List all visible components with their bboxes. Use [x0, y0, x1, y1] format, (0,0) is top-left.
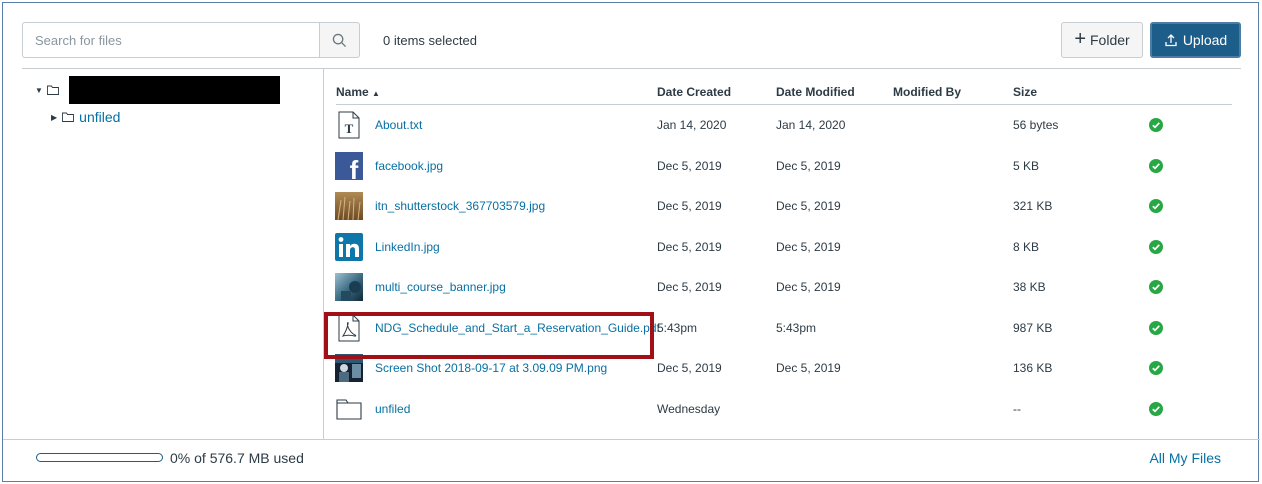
file-size: 5 KB [1013, 158, 1040, 173]
text-file-icon: T [338, 111, 360, 139]
date-created: Dec 5, 2019 [657, 239, 722, 254]
search-button[interactable] [319, 22, 360, 58]
plus-icon: + [1074, 28, 1086, 50]
date-modified: Dec 5, 2019 [776, 239, 841, 254]
footer-divider [3, 439, 1260, 440]
file-name-link[interactable]: About.txt [375, 118, 422, 132]
file-name-link[interactable]: Screen Shot 2018-09-17 at 3.09.09 PM.png [375, 361, 607, 375]
file-name-link[interactable]: multi_course_banner.jpg [375, 280, 506, 294]
file-size: 321 KB [1013, 199, 1053, 213]
date-created: Dec 5, 2019 [657, 361, 722, 375]
column-header-name[interactable]: Name ▲ [336, 85, 380, 99]
file-size: 56 bytes [1013, 118, 1059, 132]
table-row[interactable]: unfiled Wednesday -- [333, 389, 1233, 430]
file-name-link[interactable]: NDG_Schedule_and_Start_a_Reservation_Gui… [375, 321, 660, 335]
tree-item-label: unfiled [79, 109, 121, 125]
caret-right-icon[interactable]: ▶ [51, 113, 57, 122]
date-created: Wednesday [657, 401, 721, 416]
file-name-link[interactable]: LinkedIn.jpg [375, 240, 440, 254]
linkedin-thumbnail-icon [335, 232, 363, 261]
date-created: Dec 5, 2019 [657, 158, 722, 173]
date-modified: Dec 5, 2019 [776, 158, 841, 173]
column-name-label: Name [336, 85, 369, 99]
table-row[interactable]: Screen Shot 2018-09-17 at 3.09.09 PM.png… [333, 348, 1233, 389]
date-created: Jan 14, 2020 [657, 118, 727, 132]
file-name-link[interactable]: facebook.jpg [375, 159, 443, 173]
files-table-header: Name ▲ Date Created Date Modified Modifi… [336, 83, 1232, 105]
table-row[interactable]: LinkedIn.jpg Dec 5, 2019 Dec 5, 2019 8 K… [333, 227, 1233, 268]
file-size: 136 KB [1013, 361, 1053, 375]
published-check-icon[interactable] [1149, 401, 1163, 416]
published-check-icon[interactable] [1149, 158, 1163, 173]
table-row[interactable]: itn_shutterstock_367703579.jpg Dec 5, 20… [333, 186, 1233, 227]
selected-count: 0 items selected [383, 33, 477, 48]
date-modified: Dec 5, 2019 [776, 361, 841, 375]
file-size: 8 KB [1013, 239, 1040, 254]
files-window: 0 items selected + Folder Upload ▼ ▶ unf… [2, 2, 1260, 482]
published-check-icon[interactable] [1149, 199, 1163, 213]
all-my-files-link[interactable]: All My Files [1149, 450, 1221, 466]
published-check-icon[interactable] [1149, 361, 1163, 375]
upload-label: Upload [1182, 32, 1228, 48]
file-name-link[interactable]: itn_shutterstock_367703579.jpg [375, 199, 545, 213]
file-size: 38 KB [1013, 280, 1046, 294]
column-header-date-created[interactable]: Date Created [657, 85, 731, 99]
caret-down-icon[interactable]: ▼ [35, 86, 43, 95]
toolbar-divider [22, 68, 1241, 69]
date-modified: Dec 5, 2019 [776, 280, 841, 294]
add-folder-button[interactable]: + Folder [1061, 22, 1143, 58]
date-created: 5:43pm [657, 320, 698, 335]
pdf-file-icon [338, 314, 360, 341]
file-size: -- [1013, 401, 1021, 416]
svg-text:T: T [345, 121, 354, 136]
sort-ascending-icon: ▲ [372, 89, 380, 98]
published-check-icon[interactable] [1149, 118, 1163, 132]
file-size: 987 KB [1013, 320, 1053, 335]
folder-icon [62, 112, 75, 122]
search-icon [332, 33, 347, 47]
table-row[interactable]: multi_course_banner.jpg Dec 5, 2019 Dec … [333, 267, 1233, 308]
files-table-body: T About.txt Jan 14, 2020 Jan 14, 2020 56… [333, 105, 1233, 429]
table-row[interactable]: NDG_Schedule_and_Start_a_Reservation_Gui… [333, 308, 1233, 349]
image-thumbnail-icon [335, 192, 363, 220]
column-header-date-modified[interactable]: Date Modified [776, 85, 855, 99]
table-row[interactable]: f facebook.jpg Dec 5, 2019 Dec 5, 2019 5… [333, 146, 1233, 187]
redacted-course-name [68, 76, 280, 104]
upload-icon [1165, 34, 1177, 47]
published-check-icon[interactable] [1149, 280, 1163, 294]
date-modified: Jan 14, 2020 [776, 118, 846, 132]
folder-icon [336, 398, 362, 420]
folder-name-link[interactable]: unfiled [375, 402, 410, 416]
image-thumbnail-icon [335, 273, 363, 301]
tree-divider [323, 69, 324, 439]
published-check-icon[interactable] [1149, 239, 1163, 254]
published-check-icon[interactable] [1149, 320, 1163, 335]
column-header-size[interactable]: Size [1013, 85, 1037, 99]
column-header-modified-by[interactable]: Modified By [893, 85, 961, 99]
date-modified: Dec 5, 2019 [776, 199, 841, 213]
image-thumbnail-icon [335, 354, 363, 382]
date-modified: 5:43pm [776, 320, 817, 335]
search-input[interactable] [22, 22, 319, 58]
date-created: Dec 5, 2019 [657, 199, 722, 213]
date-created: Dec 5, 2019 [657, 280, 722, 294]
facebook-thumbnail-icon: f [335, 151, 363, 180]
svg-text:f: f [350, 155, 359, 180]
add-folder-label: Folder [1090, 32, 1130, 48]
storage-usage-bar [36, 453, 163, 462]
table-row[interactable]: T About.txt Jan 14, 2020 Jan 14, 2020 56… [333, 105, 1233, 146]
upload-button[interactable]: Upload [1150, 22, 1241, 58]
tree-item-unfiled[interactable]: ▶ unfiled [51, 109, 120, 125]
folder-icon [46, 85, 59, 95]
storage-usage-text: 0% of 576.7 MB used [170, 450, 304, 466]
tree-root[interactable]: ▼ [35, 76, 280, 104]
